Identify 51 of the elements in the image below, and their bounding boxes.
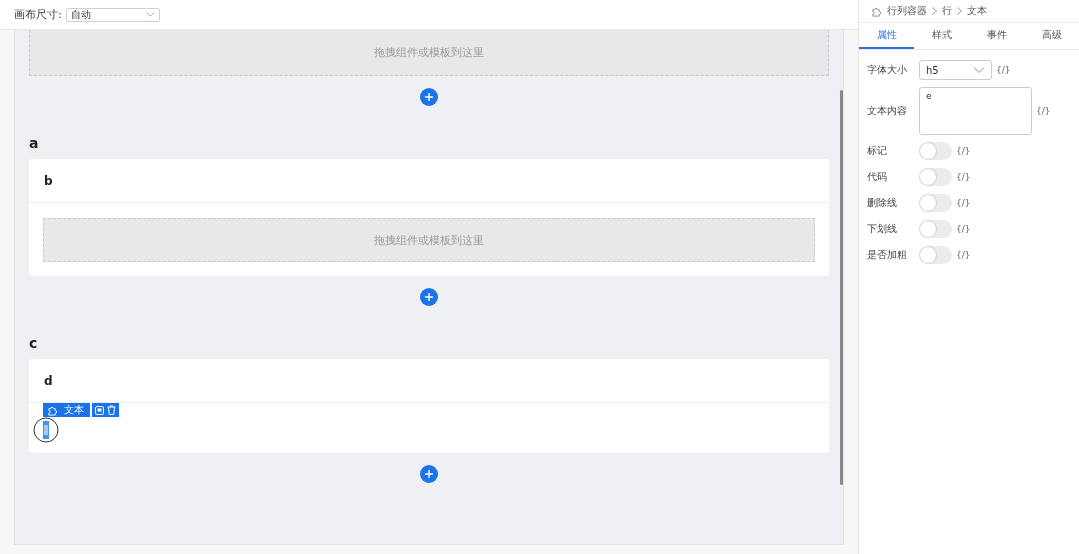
binding-toggle[interactable]: {/}	[956, 224, 971, 234]
chevron-right-icon	[932, 7, 937, 15]
field-label: 字体大小	[867, 63, 908, 77]
drop-zone: 拖拽组件或模板到这里	[29, 30, 829, 76]
canvas-size-select[interactable]: 自动	[65, 7, 160, 22]
selected-element-icon	[33, 417, 59, 443]
toggle-switch[interactable]	[919, 246, 952, 264]
binding-toggle[interactable]: {/}	[956, 250, 971, 260]
add-button[interactable]	[420, 288, 438, 306]
field-label: 删除线	[867, 196, 898, 210]
binding-toggle[interactable]: {/}	[956, 146, 971, 156]
binding-toggle[interactable]: {/}	[956, 172, 971, 182]
copy-icon	[95, 405, 104, 415]
add-button[interactable]	[420, 465, 438, 483]
field-label: 是否加粗	[867, 248, 908, 262]
tab[interactable]: 样式	[914, 23, 969, 49]
tab[interactable]: 事件	[969, 23, 1024, 49]
section-title: c	[29, 334, 39, 353]
toolbar-actions[interactable]	[92, 403, 119, 417]
field-label: 文本内容	[867, 104, 908, 118]
breadcrumb-item[interactable]: 文本	[967, 4, 987, 18]
canvas-size-label: 画布尺寸:	[14, 7, 62, 22]
binding-toggle[interactable]: {/}	[1036, 106, 1051, 116]
text-area[interactable]: e	[919, 87, 1032, 135]
puzzle-icon	[871, 5, 882, 17]
add-button[interactable]	[420, 88, 438, 106]
chevron-down-icon	[973, 67, 985, 73]
trash-icon	[107, 405, 116, 415]
section-title: a	[29, 134, 40, 153]
field-label: 下划线	[867, 222, 898, 236]
binding-toggle[interactable]: {/}	[956, 198, 971, 208]
tab[interactable]: 属性	[859, 23, 914, 49]
tab[interactable]: 高级	[1024, 23, 1079, 49]
toggle-switch[interactable]	[919, 168, 952, 186]
component-tag[interactable]: 文本	[43, 403, 90, 417]
card-title: b	[29, 159, 829, 203]
card-title: d	[29, 359, 829, 403]
toggle-switch[interactable]	[919, 142, 952, 160]
chevron-down-icon	[145, 12, 155, 17]
toggle-switch[interactable]	[919, 194, 952, 212]
binding-toggle[interactable]: {/}	[996, 65, 1011, 75]
field-label: 标记	[867, 144, 888, 158]
puzzle-icon	[47, 404, 58, 416]
drop-zone: 拖拽组件或模板到这里	[43, 218, 815, 262]
breadcrumb-item[interactable]: 行	[942, 4, 952, 18]
font-size-select[interactable]: h5	[919, 60, 992, 80]
breadcrumb-item[interactable]: 行列容器	[887, 4, 927, 18]
chevron-right-icon	[957, 7, 962, 15]
field-label: 代码	[867, 170, 888, 184]
scrollbar[interactable]	[840, 90, 843, 485]
toggle-switch[interactable]	[919, 220, 952, 238]
